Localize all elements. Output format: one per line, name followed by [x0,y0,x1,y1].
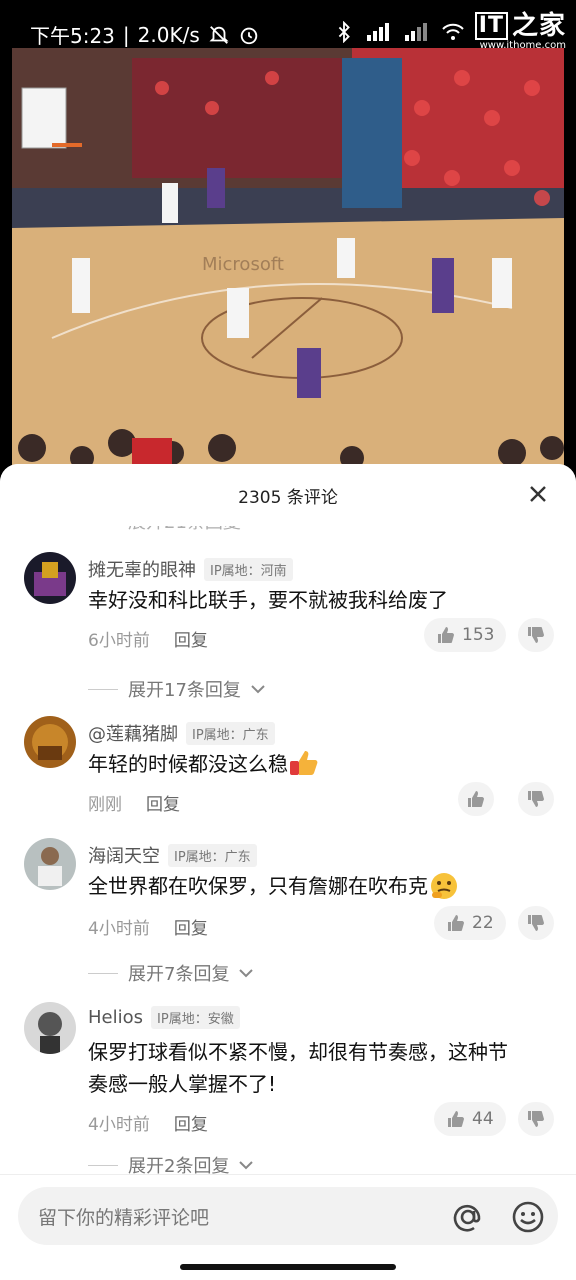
user-name[interactable]: 海阔天空 [88,842,160,868]
comment-header: @莲藕猪脚 IP属地：广东 [88,720,275,746]
user-name[interactable]: 摊无辜的眼神 [88,556,196,582]
comment-text-block: 保罗打球看似不紧不慢，却很有节奏感，这种节 奏感一般人掌握不了! [88,1036,558,1100]
ip-badge: IP属地：广东 [168,843,257,867]
comment-time: 4小时前 [88,1115,150,1135]
thumbs-up-icon [438,627,454,643]
thumbs-down-icon [528,915,544,931]
sheet-header: 2305 条评论 [0,464,576,526]
like-button[interactable]: 22 [434,906,506,940]
comments-sheet: 2305 条评论 展开21条回复 摊无辜的眼神 IP属地：河南 幸好没和科比联手… [0,464,576,1280]
dislike-button[interactable] [518,1102,554,1136]
comment-text-wrap: 全世界都在吹保罗，只有詹娜在吹布克 [88,870,558,902]
like-count: 44 [472,1109,494,1129]
comment-text: 年轻的时候都没这么稳 [88,752,288,776]
comment-time: 4小时前 [88,919,150,939]
thumbs-down-icon [528,791,544,807]
comment-text-line-1: 保罗打球看似不紧不慢，却很有节奏感，这种节 [88,1040,508,1064]
reply-button[interactable]: 回复 [174,914,208,939]
signal-icon [366,23,389,41]
at-mention-icon[interactable] [450,1199,486,1235]
reply-button[interactable]: 回复 [146,790,180,815]
thumbs-up-icon [448,915,464,931]
like-button[interactable] [458,782,494,816]
net-speed: 2.0K/s [137,22,200,47]
home-indicator[interactable] [180,1264,396,1270]
comment-count-title: 2305 条评论 [238,487,338,508]
comment-header: 摊无辜的眼神 IP属地：河南 [88,556,293,582]
wifi-icon [442,23,464,40]
dislike-button[interactable] [518,618,554,652]
like-button[interactable]: 44 [434,1102,506,1136]
avatar[interactable] [24,838,76,890]
clock: 下午5:23 [30,24,115,48]
ip-badge: IP属地：广东 [186,721,275,745]
expand-line [88,688,118,690]
comment-meta: 4小时前 回复 [88,1110,208,1135]
ip-badge: IP属地：安徽 [151,1006,240,1029]
comment-header: Helios IP属地：安徽 [88,1006,240,1029]
ithome-logo: IT 之家 [474,12,566,40]
chevron-down-icon [239,1161,254,1170]
video-player[interactable]: Microsoft [12,48,564,478]
close-icon[interactable] [526,482,550,506]
bluetooth-icon [338,21,350,43]
comment-time: 刚刚 [88,795,122,815]
comment-text: 幸好没和科比联手，要不就被我科给废了 [88,588,448,612]
user-name[interactable]: Helios [88,1007,143,1028]
avatar[interactable] [24,552,76,604]
status-left: 下午5:23 | 2.0K/s [30,20,260,49]
video-right-bar [564,48,576,478]
like-count: 153 [462,625,495,645]
comment-time: 6小时前 [88,631,150,651]
thumbs-up-icon [448,1111,464,1127]
comment-meta: 刚刚 回复 [88,790,180,815]
chevron-down-icon [239,969,254,978]
thinking-emoji-icon [431,873,457,899]
avatar[interactable] [24,1002,76,1054]
comment-text-line-2: 奏感一般人掌握不了! [88,1072,277,1096]
expand-line [88,1164,118,1166]
like-count: 22 [472,913,494,933]
video-left-bar [0,48,12,478]
input-placeholder: 留下你的精彩评论吧 [38,1206,210,1229]
comment-meta: 4小时前 回复 [88,914,208,939]
expand-label: 展开7条回复 [128,964,230,985]
svg-text:Microsoft: Microsoft [202,254,284,275]
signal-2-icon [404,23,427,41]
expand-line [88,972,118,974]
comment-header: 海阔天空 IP属地：广东 [88,842,257,868]
ithome-watermark: IT 之家 www.ithome.com [474,12,566,52]
ip-badge: IP属地：河南 [204,557,293,581]
thumbs-down-icon [528,1111,544,1127]
dislike-button[interactable] [518,782,554,816]
comment-meta: 6小时前 回复 [88,626,208,651]
video-frame: Microsoft [12,48,564,478]
avatar[interactable] [24,716,76,768]
thumbs-up-icon [468,791,484,807]
expand-replies[interactable]: 展开17条回复 [88,676,265,702]
thumbs-up-emoji-icon [290,751,318,775]
comment-text: 全世界都在吹保罗，只有詹娜在吹布克 [88,874,428,898]
user-name[interactable]: @莲藕猪脚 [88,720,178,746]
status-right: IT 之家 www.ithome.com [333,12,566,52]
chevron-down-icon [251,685,265,694]
emoji-icon[interactable] [510,1199,546,1235]
dislike-button[interactable] [518,906,554,940]
alarm-icon [240,27,258,44]
expand-label: 展开17条回复 [128,680,241,701]
mute-icon [209,25,229,44]
reply-button[interactable]: 回复 [174,1110,208,1135]
like-button[interactable]: 153 [424,618,507,652]
expand-replies[interactable]: 展开7条回复 [88,960,254,986]
thumbs-down-icon [528,627,544,643]
reply-button[interactable]: 回复 [174,626,208,651]
comment-text-wrap: 年轻的时候都没这么稳 [88,748,558,780]
separator: | [122,22,130,47]
